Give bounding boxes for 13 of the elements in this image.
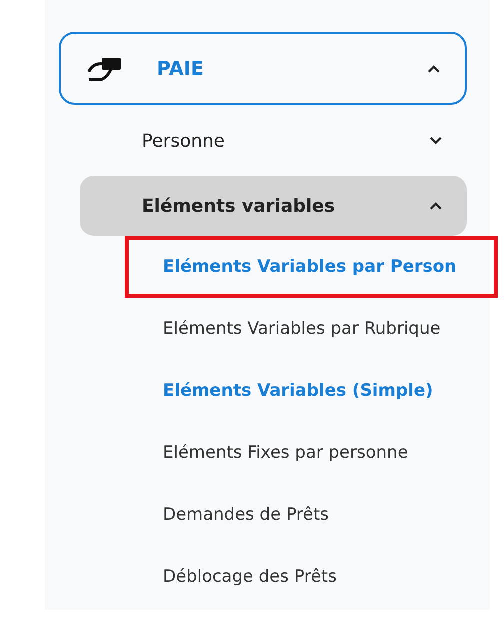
menu-group[interactable]: Eléments variables <box>80 176 467 236</box>
menu-link[interactable]: Déblocage des Prêts <box>163 567 337 587</box>
menu-group[interactable]: Personne <box>80 111 467 171</box>
menu-link[interactable]: Eléments Variables par Person <box>163 257 457 277</box>
menu-link[interactable]: Eléments Fixes par personne <box>163 443 408 463</box>
hand-card-icon <box>87 56 123 82</box>
menu-link[interactable]: Eléments Variables par Rubrique <box>163 319 441 339</box>
group-label: Personne <box>142 130 226 152</box>
menu-title: PAIE <box>157 58 205 80</box>
menu-header[interactable]: PAIE <box>59 32 467 105</box>
menu-link[interactable]: Demandes de Prêts <box>163 505 330 525</box>
group-label: Eléments variables <box>142 196 336 216</box>
menu-link[interactable]: Eléments Variables (Simple) <box>163 381 434 401</box>
